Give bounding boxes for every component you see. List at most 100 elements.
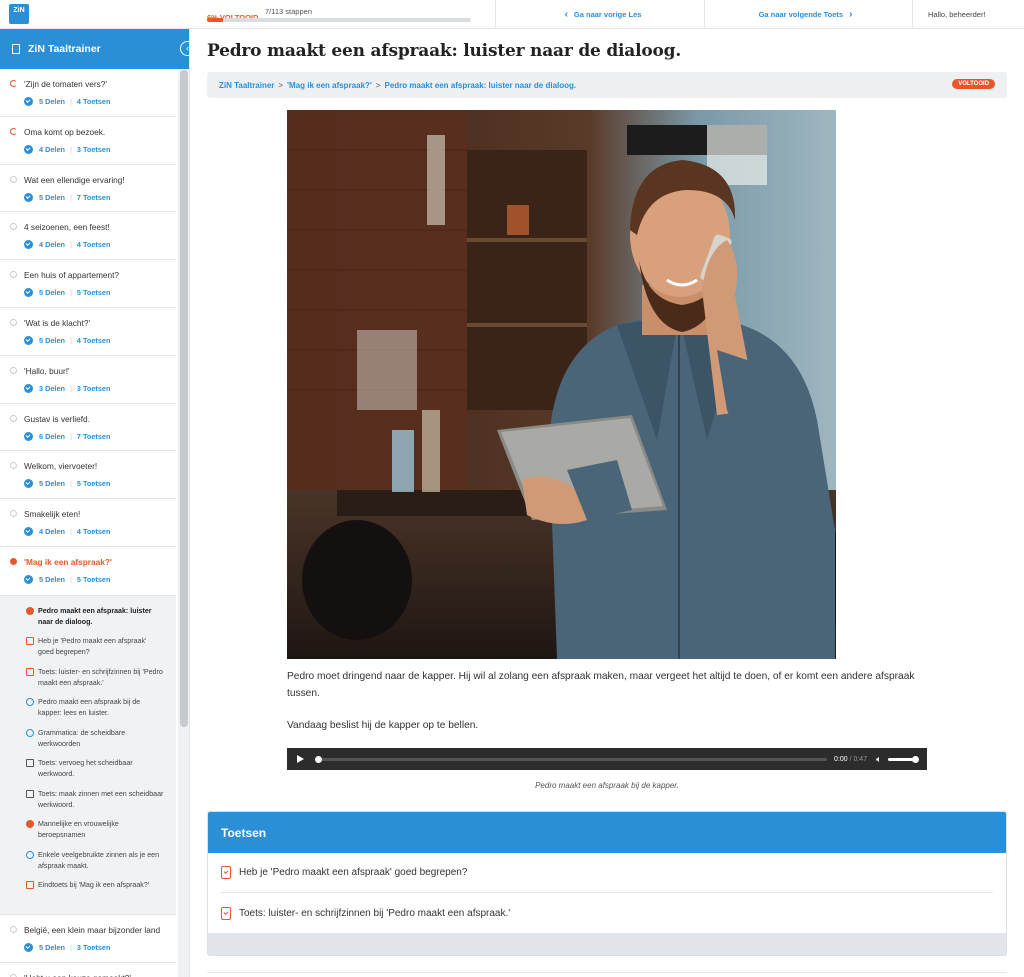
lesson-title: 'Mag ik een afspraak?' [24, 556, 112, 567]
lesson-meta: 5 Delen | 4 Toetsen [24, 97, 110, 106]
lesson-item[interactable]: Smakelijk eten! 4 Delen | 4 Toetsen [0, 499, 176, 547]
lesson-meta: 5 Delen | 5 Toetsen [24, 288, 111, 298]
lesson-step[interactable]: Heb je 'Pedro maakt een afspraak' goed b… [0, 636, 176, 658]
progress-fill [207, 18, 223, 22]
next-test-label: Ga naar volgende Toets [758, 10, 844, 19]
lesson-tests[interactable]: 5 Toetsen [77, 479, 111, 488]
lesson-tests[interactable]: 4 Toetsen [77, 336, 111, 345]
check-circle-icon [24, 240, 33, 250]
test-icon [221, 866, 231, 879]
lesson-parts[interactable]: 6 Delen [39, 432, 65, 441]
volume-icon[interactable]: 🔈︎ [876, 754, 881, 765]
lesson-item[interactable]: Gustav is verliefd. 6 Delen | 7 Toetsen [0, 404, 176, 452]
test-label: Heb je 'Pedro maakt een afspraak' goed b… [239, 867, 468, 878]
lesson-item[interactable]: Wat een ellendige ervaring! 5 Delen | 7 Toe… [0, 165, 176, 213]
lesson-item[interactable]: 'Wat is de klacht?' 5 Delen | 4 Toetsen [0, 308, 176, 356]
test-link[interactable]: Heb je 'Pedro maakt een afspraak' goed b… [221, 853, 993, 893]
lesson-parts[interactable]: 5 Delen [39, 193, 65, 202]
user-greeting[interactable]: Hallo, beheerder! [912, 0, 1024, 29]
book-icon [12, 44, 20, 54]
lesson-parts[interactable]: 4 Delen [39, 145, 65, 154]
lesson-item[interactable]: Welkom, viervoeter! 5 Delen | 5 Toetsen [0, 451, 176, 500]
lesson-meta: 4 Delen | 4 Toetsen [24, 527, 111, 537]
lesson-item[interactable]: België, een klein maar bijzonder land 5 D… [0, 915, 176, 963]
audio-seek-bar[interactable] [315, 755, 827, 763]
lesson-step[interactable]: Pedro maakt een afspraak bij de kapper: … [0, 697, 176, 719]
lesson-tests[interactable]: 5 Toetsen [77, 575, 111, 584]
lesson-item[interactable]: Oma komt op bezoek. 4 Delen | 3 Toetsen [0, 117, 176, 165]
lesson-step-label: Toets: vervoeg het scheidbaar werkwoord. [38, 759, 133, 779]
audio-player: 0:00 / 0:47 🔈︎ [287, 748, 927, 770]
lesson-title: 4 seizoenen, een feest! [24, 222, 110, 233]
lesson-parts[interactable]: 3 Delen [39, 384, 65, 393]
lesson-step[interactable]: Toets: vervoeg het scheidbaar werkwoord. [0, 758, 176, 780]
lesson-item-active[interactable]: 'Mag ik een afspraak?' 5 Delen | 5 Toets… [0, 546, 176, 915]
lesson-title: Gustav is verliefd. [24, 413, 90, 424]
collapse-sidebar-button[interactable]: ‹ [180, 41, 189, 56]
lesson-tests[interactable]: 4 Toetsen [77, 97, 111, 106]
lesson-title: 'Wat is de klacht?' [24, 317, 91, 328]
lesson-tests[interactable]: 5 Toetsen [77, 288, 111, 297]
page-title: Pedro maakt een afspraak: luister naar d… [207, 41, 682, 61]
lesson-meta: 4 Delen | 3 Toetsen [24, 144, 111, 154]
lesson-title: 'Hallo, buur!' [24, 365, 70, 376]
lesson-step[interactable]: Toets: luister- en schrijfzinnen bij 'Pe… [0, 667, 176, 689]
zin-logo[interactable]: ZiN [9, 4, 29, 24]
breadcrumb-current[interactable]: Pedro maakt een afspraak: luister naar d… [385, 81, 577, 90]
lesson-parts[interactable]: 5 Delen [39, 575, 65, 584]
not-started-icon [10, 973, 17, 977]
next-test-button[interactable]: Ga naar volgende Toets › [704, 0, 912, 29]
seek-handle[interactable] [315, 755, 322, 763]
play-icon[interactable] [297, 755, 304, 763]
in-progress-icon [10, 127, 17, 135]
lesson-step[interactable]: Pedro maakt een afspraak: luister naar d… [0, 606, 176, 628]
lesson-tests[interactable]: 3 Toetsen [77, 943, 111, 952]
lesson-tests[interactable]: 3 Toetsen [77, 384, 111, 393]
volume-slider[interactable] [887, 755, 919, 763]
lesson-tests[interactable]: 4 Toetsen [77, 240, 111, 249]
lesson-parts[interactable]: 4 Delen [39, 240, 65, 249]
lesson-tests[interactable]: 3 Toetsen [77, 145, 111, 154]
lesson-item[interactable]: Een huis of appartement? 5 Delen | 5 Toetse… [0, 260, 176, 308]
chevron-right-icon: › [849, 9, 853, 20]
top-bar: ZiN 6% VOLTOOID 7/113 stappen ‹ Ga naar … [0, 0, 1024, 29]
lesson-parts[interactable]: 4 Delen [39, 527, 65, 536]
lesson-step[interactable]: Enkele veelgebruikte zinnen als je een a… [0, 850, 176, 872]
lesson-tests[interactable]: 7 Toetsen [77, 432, 111, 441]
lesson-item[interactable]: 'Zijn de tomaten vers?' 5 Delen | 4 Toetsen [0, 69, 176, 117]
lesson-title: Oma komt op bezoek. [24, 126, 106, 137]
intro-paragraph: Vandaag beslist hij de kapper op te bell… [287, 720, 479, 731]
lesson-title: Smakelijk eten! [24, 509, 81, 520]
lesson-step[interactable]: Grammatica: de scheidbare werkwoorden [0, 728, 176, 750]
lesson-step[interactable]: Mannelijke en vrouwelijke beroepsnamen [0, 819, 176, 841]
lesson-meta: 6 Delen | 7 Toetsen [24, 431, 111, 441]
lesson-item[interactable]: 'Hebt u een keuze gemaakt?' [0, 963, 176, 977]
test-link[interactable]: Toets: luister- en schrijfzinnen bij 'Pe… [221, 893, 993, 933]
sidebar-header[interactable]: ZiN Taaltrainer [0, 29, 189, 69]
status-badge: VOLTOOID [952, 79, 995, 89]
lesson-tests[interactable]: 7 Toetsen [77, 193, 111, 202]
lesson-parts[interactable]: 5 Delen [39, 479, 65, 488]
check-circle-icon [24, 479, 33, 489]
sidebar: ZiN Taaltrainer ‹ 'Zijn de tomaten vers?… [0, 29, 190, 977]
breadcrumb-home[interactable]: ZiN Taaltrainer [219, 81, 274, 90]
progress-steps: 7/113 stappen [265, 7, 312, 16]
not-started-icon [10, 925, 17, 933]
logo-text: ZiN [13, 7, 25, 14]
lesson-item[interactable]: 4 seizoenen, een feest! 4 Delen | 4 Toetsen [0, 212, 176, 261]
tests-panel: Toetsen Heb je 'Pedro maakt een afspraak… [207, 811, 1007, 956]
lesson-parts[interactable]: 5 Delen [39, 288, 65, 297]
sidebar-scrollbar-thumb[interactable] [180, 70, 188, 727]
previous-lesson-button[interactable]: ‹ Ga naar vorige Les [495, 0, 704, 29]
lesson-parts[interactable]: 5 Delen [39, 943, 65, 952]
lesson-item[interactable]: 'Hallo, buur!' 3 Delen | 3 Toetsen [0, 356, 176, 404]
lesson-step-label: Enkele veelgebruikte zinnen als je een a… [38, 850, 160, 870]
lesson-step[interactable]: Toets: maak zinnen met een scheidbaar we… [0, 789, 176, 811]
breadcrumb-lesson[interactable]: 'Mag ik een afspraak?' [287, 81, 372, 90]
lesson-tests[interactable]: 4 Toetsen [77, 527, 111, 536]
lesson-steps: Pedro maakt een afspraak: luister naar d… [0, 594, 176, 914]
in-progress-icon [10, 80, 17, 87]
lesson-parts[interactable]: 5 Delen [39, 336, 65, 345]
lesson-parts[interactable]: 5 Delen [39, 97, 65, 106]
lesson-step[interactable]: Eindtoets bij 'Mag ik een afspraak?' [0, 880, 176, 891]
